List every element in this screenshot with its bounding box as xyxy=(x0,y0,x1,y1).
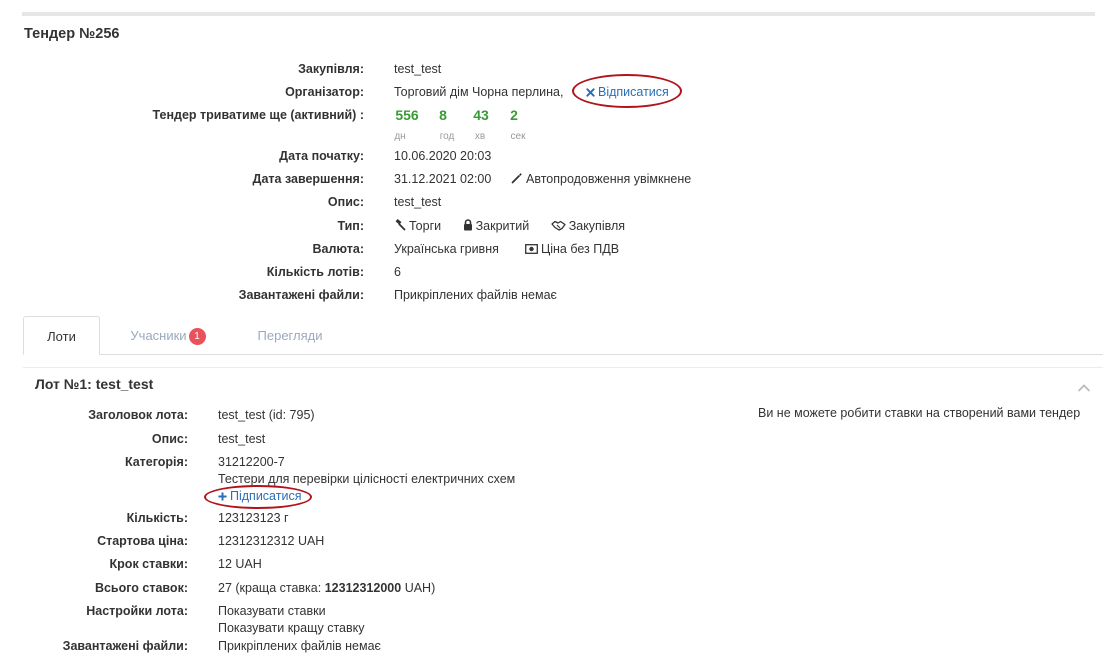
participants-count-badge: 1 xyxy=(188,328,206,346)
lot-step-label: Крок ставки: xyxy=(109,557,188,571)
tab-views[interactable]: Перегляди xyxy=(240,316,340,355)
organizer-label: Організатор: xyxy=(285,85,364,99)
page-title: Тендер №256 xyxy=(24,26,120,42)
type-label: Тип: xyxy=(337,219,364,233)
timer-seconds-label: сек xyxy=(510,131,526,142)
timer-hours: 8 xyxy=(439,107,447,123)
files-value: Прикріплених файлів немає xyxy=(394,288,557,302)
lot-quantity-label: Кількість: xyxy=(126,511,188,525)
lot-start-price-value: 12312312312 UAH xyxy=(218,534,325,548)
lot-files-value: Прикріплених файлів немає xyxy=(218,639,381,653)
description-value: test_test xyxy=(394,195,442,209)
money-icon xyxy=(525,240,538,260)
chevron-up-icon[interactable] xyxy=(1077,381,1091,395)
timer-seconds: 2 xyxy=(510,107,518,123)
magic-wand-icon xyxy=(511,170,523,190)
end-date-label: Дата завершення: xyxy=(252,172,364,186)
currency-label: Валюта: xyxy=(312,242,364,256)
timer-hours-label: год xyxy=(439,131,455,142)
description-label: Опис: xyxy=(327,195,364,209)
type-procurement: Закупівля xyxy=(551,219,625,233)
type-values: Торги Закритий Закупівля xyxy=(394,216,625,237)
lot-start-price-label: Стартова ціна: xyxy=(97,534,188,548)
lot-title: Лот №1: test_test xyxy=(35,376,154,392)
lots-count-value: 6 xyxy=(394,265,401,279)
duration-label: Тендер триватиме ще (активний) : xyxy=(152,108,365,122)
vat-status: Ціна без ПДВ xyxy=(525,239,619,260)
lot-files-label: Завантажені файли: xyxy=(62,639,188,653)
timer-minutes-label: хв xyxy=(474,131,486,142)
lot-quantity-value: 123123123 г xyxy=(218,511,289,525)
lot-heading-value: test_test (id: 795) xyxy=(218,408,315,422)
bid-notice: Ви не можете робити ставки на створений … xyxy=(758,406,1081,420)
start-date-value: 10.06.2020 20:03 xyxy=(394,149,492,163)
handshake-icon xyxy=(551,217,566,237)
organizer-value: Торговий дім Чорна перлина, xyxy=(394,85,564,99)
files-label: Завантажені файли: xyxy=(238,288,364,302)
tab-participants[interactable]: Учасники 1 xyxy=(112,316,224,355)
start-date-label: Дата початку: xyxy=(279,149,364,163)
panel-divider xyxy=(23,367,1103,368)
timer-days-label: дн xyxy=(394,131,406,142)
type-auction: Торги xyxy=(394,218,445,233)
lots-count-label: Кількість лотів: xyxy=(266,265,364,279)
tab-lots[interactable]: Лоти xyxy=(23,316,100,355)
purchase-value: test_test xyxy=(394,62,442,76)
highlight-ring xyxy=(572,74,682,108)
lot-description-value: test_test xyxy=(218,432,266,446)
autoextend-status: Автопродовження увімкнене xyxy=(511,169,691,190)
gavel-icon xyxy=(394,217,406,237)
lot-heading-label: Заголовок лота: xyxy=(88,408,188,422)
purchase-label: Закупівля: xyxy=(298,62,364,76)
lot-setting-show-best-bid: Показувати кращу ставку xyxy=(218,621,365,635)
lot-step-value: 12 UAH xyxy=(218,557,262,571)
lock-icon xyxy=(463,217,473,237)
timer-days: 556 xyxy=(395,107,419,123)
type-closed: Закритий xyxy=(463,218,533,233)
top-divider xyxy=(22,12,1095,16)
end-date-value: 31.12.2021 02:00 xyxy=(394,172,492,186)
currency-value: Українська гривня xyxy=(394,242,499,256)
highlight-ring xyxy=(204,485,312,509)
lot-description-label: Опис: xyxy=(151,432,188,446)
timer-minutes: 43 xyxy=(473,107,489,123)
lot-bids-label: Всього ставок: xyxy=(94,581,188,595)
lot-bids-value: 27 (краща ставка: 12312312000 UAH) xyxy=(218,581,436,595)
